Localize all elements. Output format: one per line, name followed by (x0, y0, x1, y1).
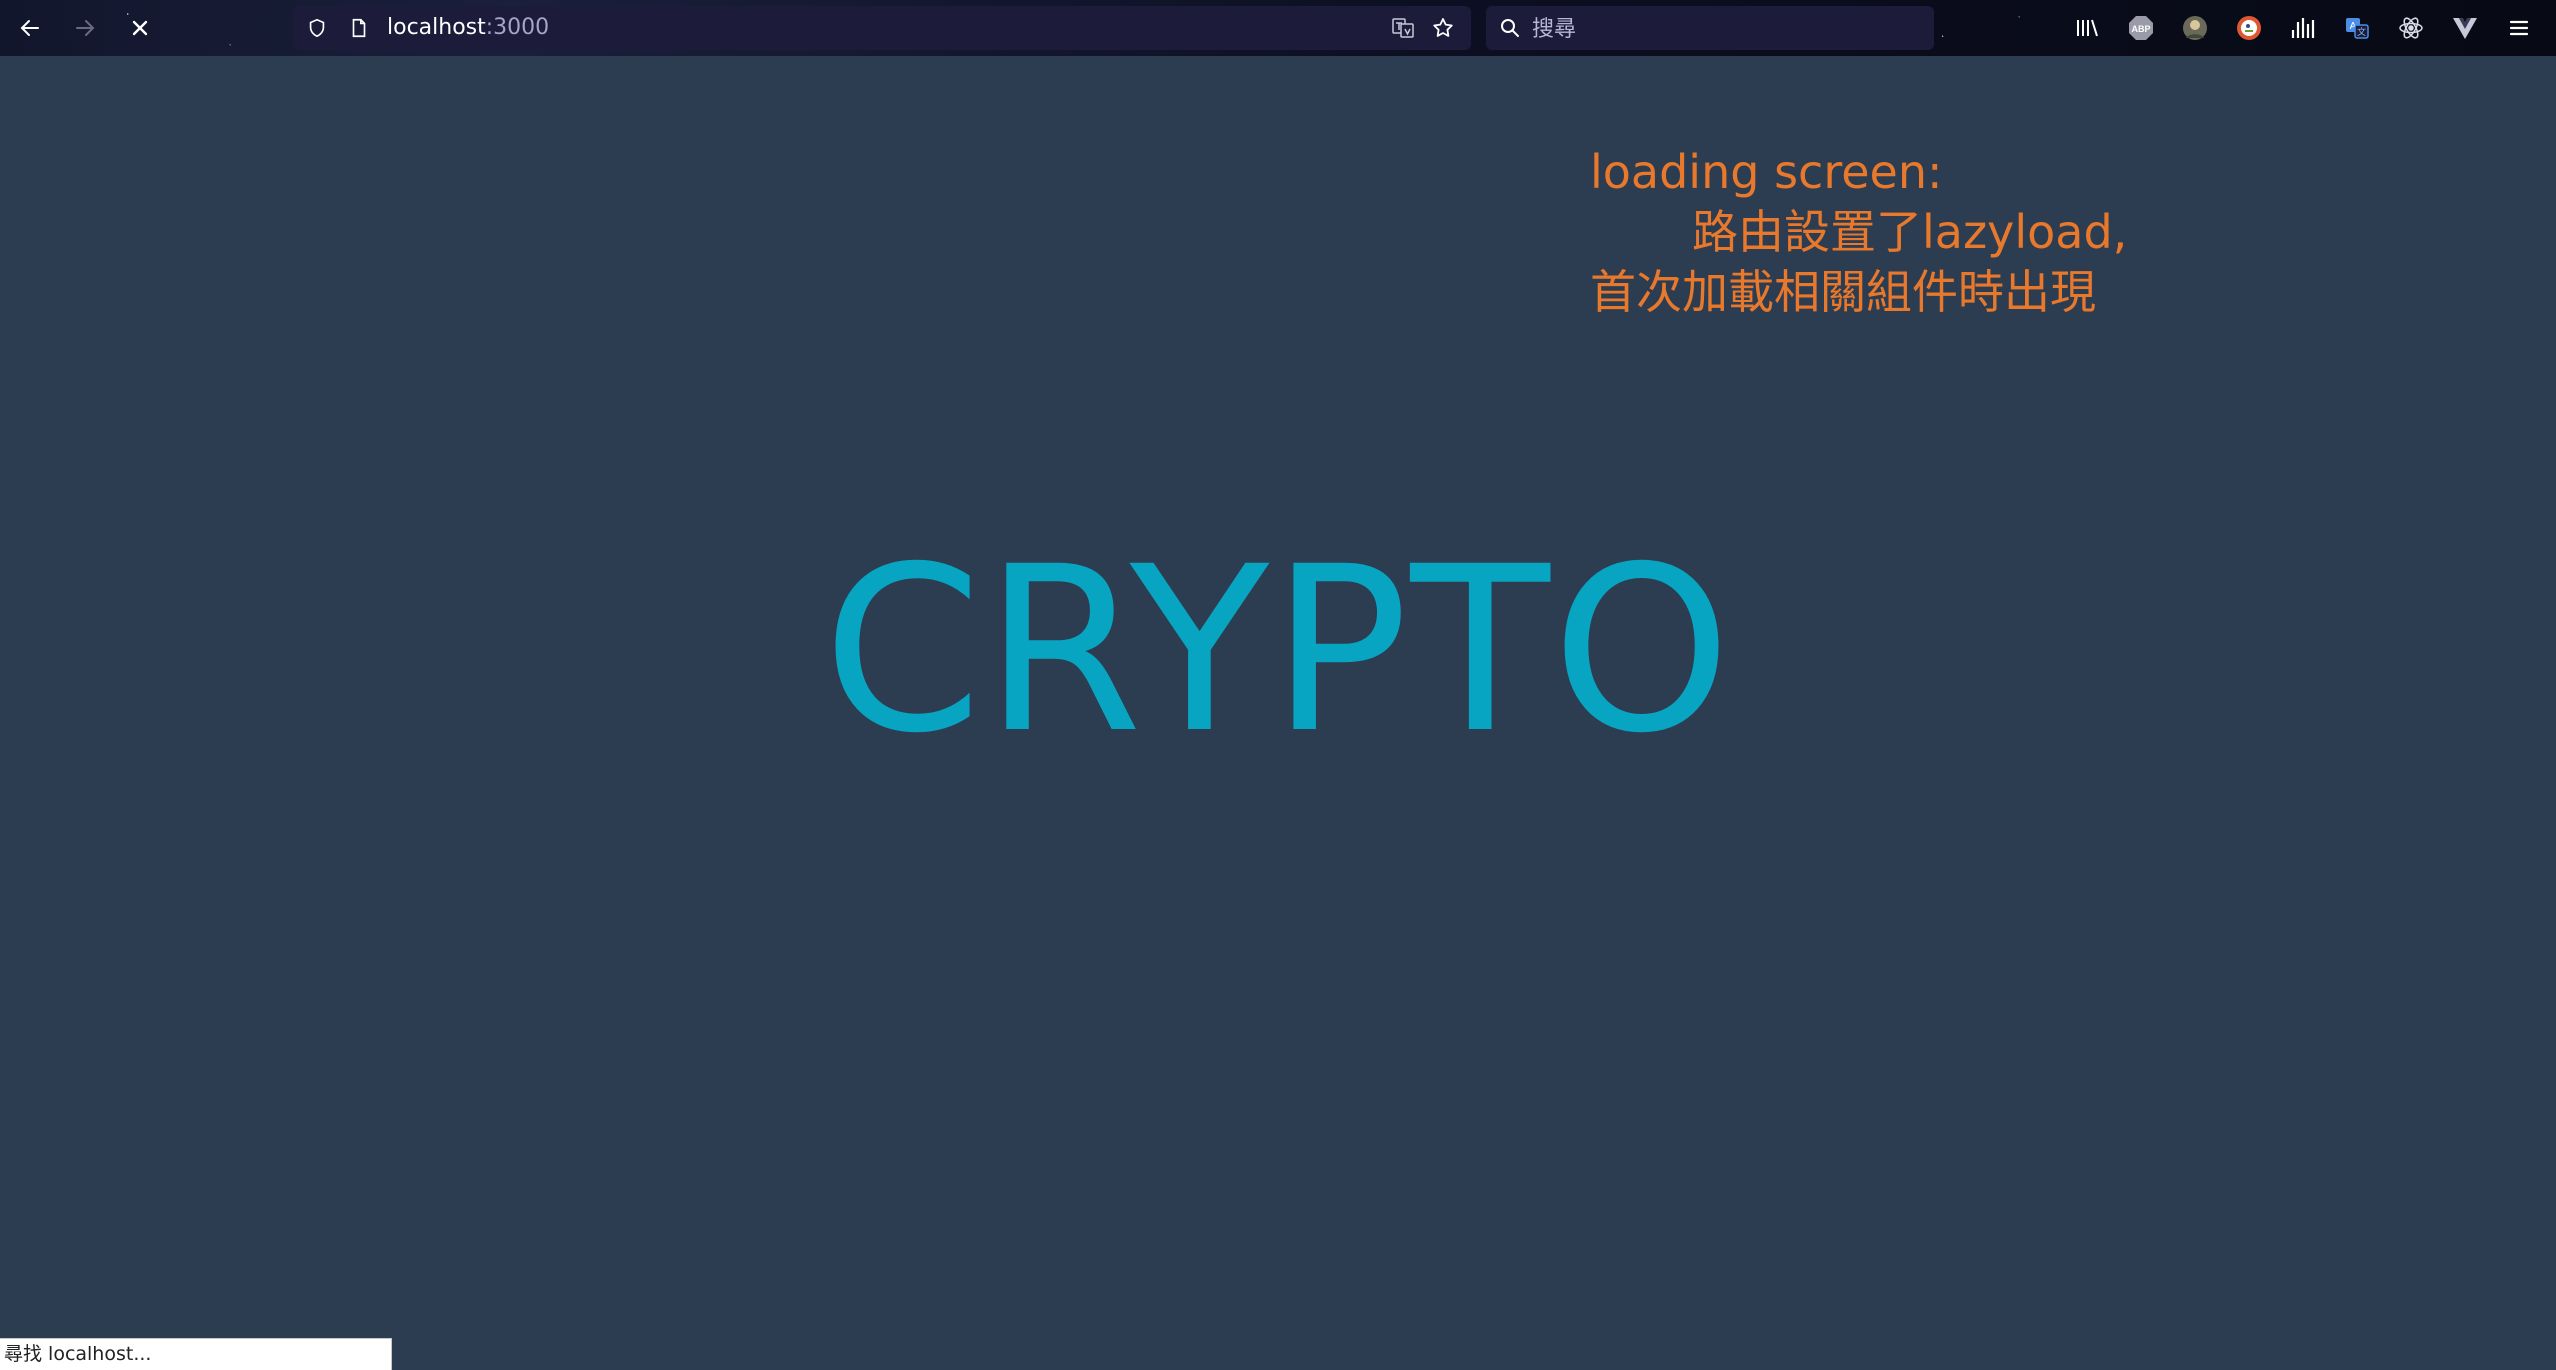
library-icon (2077, 19, 2098, 37)
vue-devtools-button[interactable] (2449, 12, 2481, 44)
menu-icon (2509, 20, 2529, 36)
url-bar[interactable]: localhost:3000 (293, 6, 1471, 50)
search-bar[interactable] (1486, 6, 1934, 50)
translate-ext-icon: A文 (2346, 18, 2369, 39)
url-text[interactable]: localhost:3000 (387, 16, 549, 40)
adblock-button[interactable]: ABP (2125, 12, 2157, 44)
browser-toolbar: localhost:3000 ABP A文 (0, 0, 2556, 56)
url-host: localhost (387, 15, 486, 40)
translate-icon[interactable] (1391, 16, 1415, 40)
back-icon (20, 20, 39, 36)
annotation-line-1: loading screen: (1590, 145, 1943, 199)
annotation-line-3: 首次加載相關組件時出現 (1590, 265, 2096, 319)
equalizer-icon (2291, 18, 2315, 38)
stop-icon (132, 20, 148, 36)
loading-screen-annotation: loading screen: 路由設置了lazyload, 首次加載相關組件時… (1590, 142, 2127, 322)
svg-text:ABP: ABP (2131, 24, 2150, 34)
library-button[interactable] (2071, 12, 2103, 44)
search-input[interactable] (1530, 14, 1914, 44)
duckduckgo-icon (2237, 16, 2261, 40)
vue-devtools-icon (2453, 18, 2477, 39)
equalizer-button[interactable] (2287, 12, 2319, 44)
translate-extension-button[interactable]: A文 (2341, 12, 2373, 44)
svg-text:文: 文 (2357, 26, 2366, 37)
avatar-icon (2183, 16, 2207, 40)
avatar-button[interactable] (2179, 12, 2211, 44)
forward-icon (76, 20, 95, 36)
annotation-line-2: 路由設置了lazyload, (1692, 205, 2128, 259)
page-icon[interactable] (347, 16, 371, 40)
url-port: :3000 (485, 15, 550, 40)
menu-button[interactable] (2503, 12, 2535, 44)
shield-icon[interactable] (305, 16, 329, 40)
react-devtools-icon (2399, 17, 2423, 39)
crypto-logo-text: CRYPTO (822, 517, 1734, 783)
back-button[interactable] (12, 10, 48, 46)
bookmark-star-icon[interactable] (1431, 16, 1455, 40)
forward-button[interactable] (67, 10, 103, 46)
stop-button[interactable] (122, 10, 158, 46)
duckduckgo-button[interactable] (2233, 12, 2265, 44)
status-bar: 尋找 localhost... (0, 1338, 392, 1370)
react-devtools-button[interactable] (2395, 12, 2427, 44)
search-icon (1498, 16, 1522, 40)
adblock-icon: ABP (2129, 16, 2153, 40)
